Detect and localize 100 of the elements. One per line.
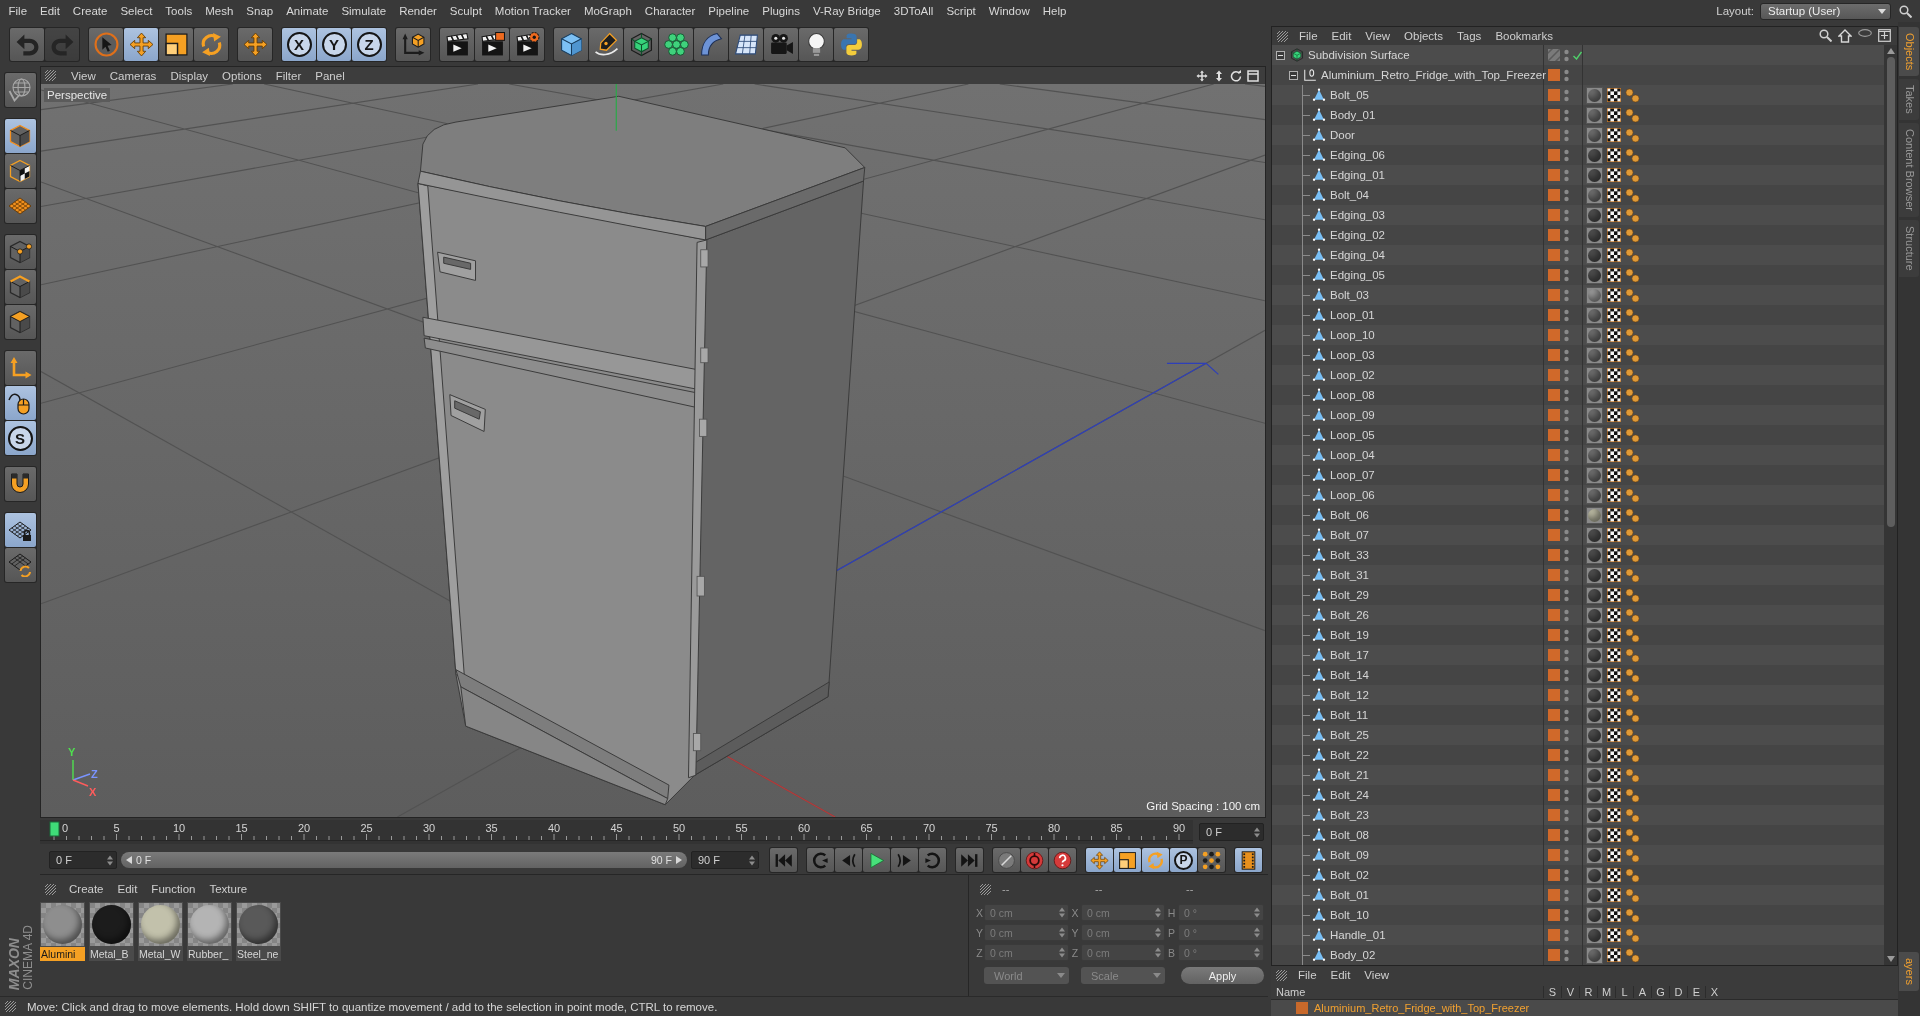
balls-icon[interactable] bbox=[1625, 627, 1640, 643]
visibility-dots-icon[interactable] bbox=[1564, 488, 1569, 502]
visibility-dots-icon[interactable] bbox=[1564, 108, 1569, 122]
layer-swatch-icon[interactable] bbox=[1548, 909, 1560, 921]
menu-item[interactable]: Script bbox=[939, 1, 983, 21]
menu-item[interactable]: Mesh bbox=[198, 1, 240, 21]
checker-icon[interactable] bbox=[1607, 708, 1621, 722]
object-row[interactable]: Bolt_25 bbox=[1272, 725, 1884, 745]
tool-button[interactable] bbox=[834, 27, 868, 61]
layer-swatch-icon[interactable] bbox=[1548, 789, 1560, 801]
layer-swatch-icon[interactable] bbox=[1548, 829, 1560, 841]
visibility-dots-icon[interactable] bbox=[1564, 268, 1569, 282]
viewport-menu-item[interactable]: Options bbox=[215, 69, 269, 82]
transport-button[interactable] bbox=[1114, 848, 1141, 872]
object-row[interactable]: Loop_03 bbox=[1272, 345, 1884, 365]
balls-icon[interactable] bbox=[1625, 707, 1640, 723]
layer-row[interactable]: Aluminium_Retro_Fridge_with_Top_Freezer bbox=[1271, 1000, 1898, 1016]
tool-button[interactable] bbox=[4, 73, 36, 107]
object-row[interactable]: Bolt_07 bbox=[1272, 525, 1884, 545]
tool-button[interactable] bbox=[124, 27, 158, 61]
collapse-icon[interactable] bbox=[1276, 50, 1285, 60]
checker-icon[interactable] bbox=[1607, 248, 1621, 262]
visibility-dots-icon[interactable] bbox=[1564, 728, 1569, 742]
balls-icon[interactable] bbox=[1625, 347, 1640, 363]
checker-icon[interactable] bbox=[1607, 808, 1621, 822]
layer-swatch-icon[interactable] bbox=[1548, 849, 1560, 861]
object-row[interactable]: Aluminium_Retro_Fridge_with_Top_Freezer bbox=[1272, 65, 1884, 85]
object-row[interactable]: Bolt_21 bbox=[1272, 765, 1884, 785]
visibility-dots-icon[interactable] bbox=[1564, 148, 1569, 162]
balls-icon[interactable] bbox=[1625, 487, 1640, 503]
object-row[interactable]: Bolt_24 bbox=[1272, 785, 1884, 805]
checker-icon[interactable] bbox=[1607, 428, 1621, 442]
layer-swatch-icon[interactable] bbox=[1548, 329, 1560, 341]
checker-icon[interactable] bbox=[1607, 728, 1621, 742]
balls-icon[interactable] bbox=[1625, 947, 1640, 963]
object-row[interactable]: Bolt_04 bbox=[1272, 185, 1884, 205]
tool-button[interactable] bbox=[440, 27, 474, 61]
visibility-dots-icon[interactable] bbox=[1564, 708, 1569, 722]
panel-menu-item[interactable]: Edit bbox=[1324, 30, 1359, 42]
object-row[interactable]: Bolt_29 bbox=[1272, 585, 1884, 605]
layer-swatch-icon[interactable] bbox=[1548, 889, 1560, 901]
balls-icon[interactable] bbox=[1625, 367, 1640, 383]
checker-icon[interactable] bbox=[1607, 528, 1621, 542]
viewport-menu-item[interactable]: View bbox=[64, 69, 103, 82]
visibility-dots-icon[interactable] bbox=[1564, 328, 1569, 342]
balls-icon[interactable] bbox=[1625, 467, 1640, 483]
visibility-dots-icon[interactable] bbox=[1564, 128, 1569, 142]
checker-icon[interactable] bbox=[1607, 928, 1621, 942]
layer-swatch-icon[interactable] bbox=[1548, 769, 1560, 781]
viewport-menu-item[interactable]: Cameras bbox=[102, 69, 164, 82]
layer-swatch-icon[interactable] bbox=[1548, 549, 1560, 561]
visibility-dots-icon[interactable] bbox=[1564, 828, 1569, 842]
material-name[interactable]: Rubber_ bbox=[187, 947, 232, 961]
tool-button[interactable] bbox=[510, 27, 544, 61]
layer-swatch-icon[interactable] bbox=[1548, 389, 1560, 401]
balls-icon[interactable] bbox=[1625, 247, 1640, 263]
checker-icon[interactable] bbox=[1607, 508, 1621, 522]
visibility-dots-icon[interactable] bbox=[1564, 608, 1569, 622]
panel-menu-item[interactable]: View bbox=[1357, 969, 1397, 981]
material-name[interactable]: Metal_W bbox=[138, 947, 183, 961]
balls-icon[interactable] bbox=[1625, 867, 1640, 883]
layer-swatch-icon[interactable] bbox=[1548, 709, 1560, 721]
balls-icon[interactable] bbox=[1625, 907, 1640, 923]
balls-icon[interactable] bbox=[1625, 307, 1640, 323]
object-row[interactable]: Bolt_19 bbox=[1272, 625, 1884, 645]
visibility-dots-icon[interactable] bbox=[1564, 168, 1569, 182]
spinner-icon[interactable] bbox=[749, 854, 755, 866]
balls-icon[interactable] bbox=[1625, 127, 1640, 143]
checker-icon[interactable] bbox=[1607, 908, 1621, 922]
visibility-dots-icon[interactable] bbox=[1564, 748, 1569, 762]
balls-icon[interactable] bbox=[1625, 547, 1640, 563]
maximize-icon[interactable] bbox=[1247, 69, 1259, 82]
tool-button[interactable] bbox=[4, 386, 36, 420]
layer-swatch-icon[interactable] bbox=[1548, 249, 1560, 261]
balls-icon[interactable] bbox=[1625, 167, 1640, 183]
menu-item[interactable]: 3DToAll bbox=[887, 1, 940, 21]
tool-button[interactable] bbox=[624, 27, 658, 61]
balls-icon[interactable] bbox=[1625, 87, 1640, 103]
layer-swatch-icon[interactable] bbox=[1548, 689, 1560, 701]
frame-field[interactable]: 0 F bbox=[1199, 823, 1264, 841]
menu-item[interactable]: Create bbox=[66, 1, 114, 21]
object-row[interactable]: Loop_10 bbox=[1272, 325, 1884, 345]
scroll-down-icon[interactable] bbox=[1886, 956, 1895, 962]
tool-button[interactable] bbox=[4, 189, 36, 223]
visibility-dots-icon[interactable] bbox=[1564, 508, 1569, 522]
visibility-dots-icon[interactable] bbox=[1564, 228, 1569, 242]
balls-icon[interactable] bbox=[1625, 507, 1640, 523]
visibility-dots-icon[interactable] bbox=[1564, 628, 1569, 642]
menu-item[interactable]: Help bbox=[1036, 1, 1073, 21]
visibility-dots-icon[interactable] bbox=[1564, 888, 1569, 902]
tool-button[interactable] bbox=[194, 27, 228, 61]
object-row[interactable]: Bolt_22 bbox=[1272, 745, 1884, 765]
scrollbar-thumb[interactable] bbox=[1886, 57, 1895, 527]
object-row[interactable]: Bolt_03 bbox=[1272, 285, 1884, 305]
visibility-dots-icon[interactable] bbox=[1564, 868, 1569, 882]
object-row[interactable]: Loop_07 bbox=[1272, 465, 1884, 485]
balls-icon[interactable] bbox=[1625, 147, 1640, 163]
object-row[interactable]: Bolt_26 bbox=[1272, 605, 1884, 625]
menu-item[interactable]: Plugins bbox=[755, 1, 807, 21]
object-row[interactable]: Subdivision Surface bbox=[1272, 45, 1884, 65]
